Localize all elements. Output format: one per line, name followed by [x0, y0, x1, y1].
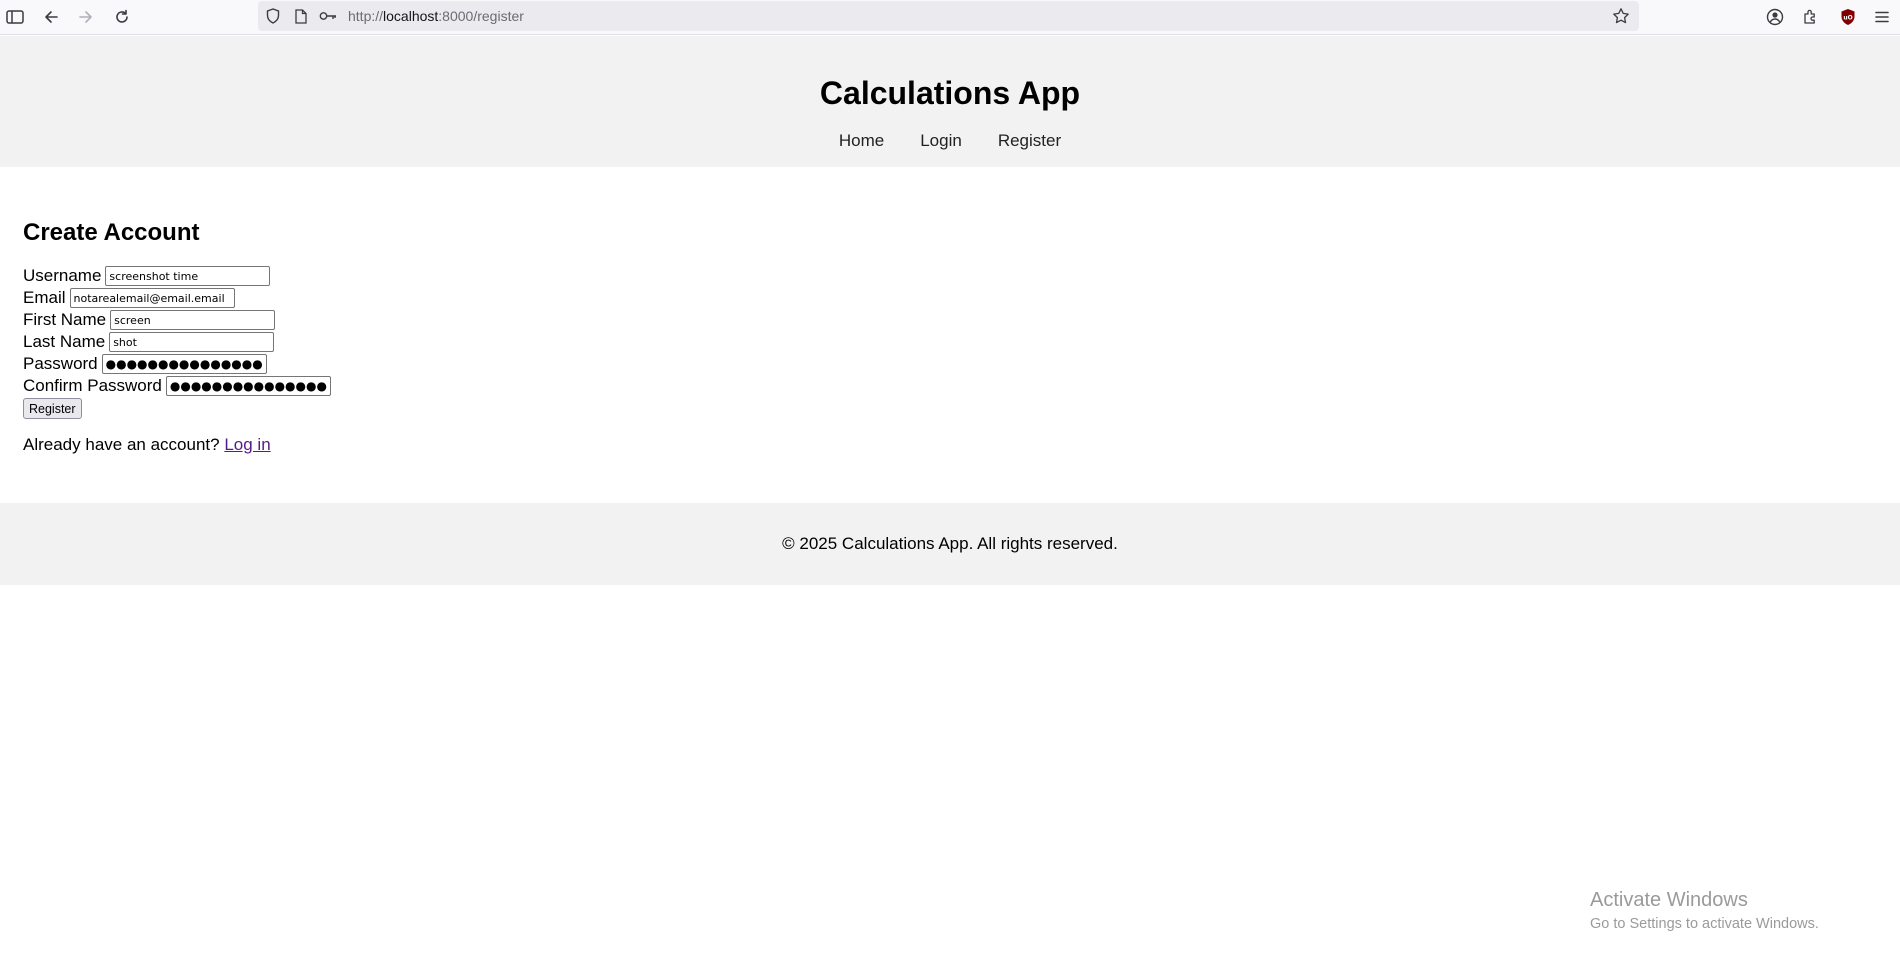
windows-activation-watermark: Activate Windows Go to Settings to activ… [1590, 888, 1819, 934]
back-icon[interactable] [37, 4, 65, 30]
form-row-first-name: First Name [23, 309, 423, 331]
login-link[interactable]: Log in [224, 435, 270, 454]
login-prompt-text: Already have an account? [23, 435, 220, 454]
extensions-icon[interactable] [1797, 4, 1825, 30]
register-button[interactable]: Register [23, 398, 82, 419]
svg-text:uO: uO [1843, 15, 1852, 22]
nav-link-register[interactable]: Register [998, 130, 1061, 152]
register-form: Username Email First Name Last Name Pass… [23, 265, 423, 419]
reload-icon[interactable] [108, 4, 136, 30]
last-name-input[interactable] [109, 332, 275, 352]
copyright-text: © 2025 Calculations App. All rights rese… [782, 534, 1118, 553]
first-name-input[interactable] [110, 310, 276, 330]
form-row-last-name: Last Name [23, 331, 423, 353]
form-row-password: Password [23, 353, 423, 375]
url-host: localhost [383, 8, 439, 24]
url-path: :8000/register [438, 8, 524, 24]
watermark-title: Activate Windows [1590, 889, 1748, 911]
password-label: Password [23, 354, 98, 373]
main-nav: Home Login Register [0, 130, 1900, 152]
page-heading: Create Account [23, 219, 200, 246]
shield-icon[interactable] [261, 4, 285, 28]
url-text[interactable]: http://localhost:8000/register [348, 1, 524, 31]
nav-link-login[interactable]: Login [920, 130, 962, 152]
email-input[interactable] [69, 288, 235, 308]
forward-icon[interactable] [72, 4, 100, 30]
username-input[interactable] [105, 266, 271, 286]
watermark-subtitle: Go to Settings to activate Windows. [1590, 916, 1819, 932]
url-scheme: http:// [348, 8, 384, 24]
login-prompt: Already have an account? Log in [23, 434, 271, 456]
form-row-username: Username [23, 265, 423, 287]
form-row-email: Email [23, 287, 423, 309]
confirm-password-input[interactable] [165, 376, 331, 396]
sidebar-icon[interactable] [1, 4, 29, 30]
nav-link-home[interactable]: Home [839, 130, 884, 152]
main-content: Create Account Username Email First Name… [23, 215, 331, 454]
first-name-label: First Name [23, 310, 107, 329]
key-icon[interactable] [316, 4, 340, 28]
url-bar[interactable]: http://localhost:8000/register [258, 1, 1639, 31]
account-icon[interactable] [1761, 4, 1789, 30]
site-header: Calculations App Home Login Register [0, 36, 1900, 167]
form-row-confirm-password: Confirm Password [23, 375, 423, 397]
password-input[interactable] [101, 354, 267, 374]
confirm-password-label: Confirm Password [23, 376, 162, 395]
site-title: Calculations App [819, 75, 1081, 111]
ublock-icon[interactable]: uO [1834, 4, 1862, 30]
email-label: Email [23, 288, 66, 307]
menu-icon[interactable] [1868, 4, 1896, 30]
last-name-label: Last Name [23, 332, 106, 351]
username-label: Username [23, 266, 102, 285]
bookmark-star-icon[interactable] [1609, 4, 1633, 28]
page-icon[interactable] [289, 4, 313, 28]
browser-toolbar: http://localhost:8000/register uO [0, 0, 1900, 35]
site-footer: © 2025 Calculations App. All rights rese… [0, 503, 1900, 585]
